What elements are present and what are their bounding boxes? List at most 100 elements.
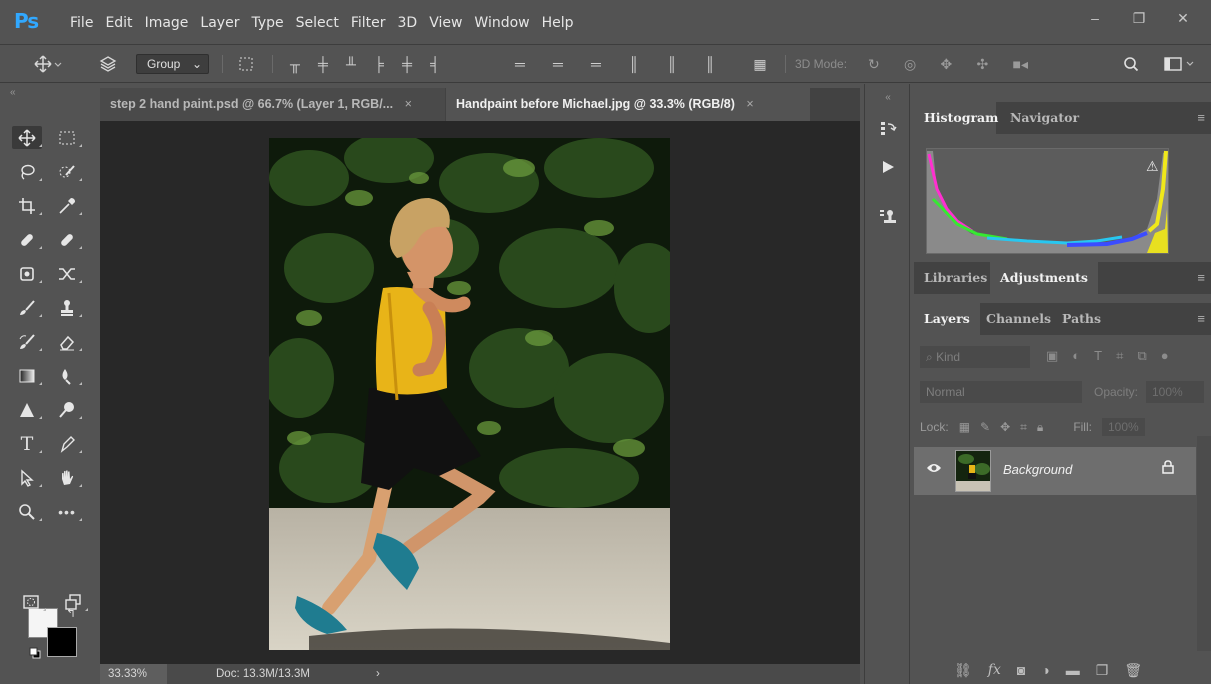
opacity-field[interactable]: 100% xyxy=(1146,381,1204,403)
path-selection-tool-icon[interactable] xyxy=(12,466,42,489)
distribute-right-icon[interactable]: ║ xyxy=(705,56,715,72)
screen-mode-icon[interactable] xyxy=(58,590,88,613)
tab-channels[interactable]: Channels xyxy=(976,303,1061,335)
show-transform-controls-icon[interactable] xyxy=(234,53,258,75)
burn-tool-icon[interactable] xyxy=(52,398,82,421)
menu-edit[interactable]: Edit xyxy=(99,15,138,31)
roll-3d-icon[interactable]: ◎ xyxy=(904,56,916,73)
new-adjustment-layer-icon[interactable]: ◑ xyxy=(1041,662,1049,679)
close-button[interactable]: ✕ xyxy=(1163,6,1203,30)
blur-tool-icon[interactable] xyxy=(52,364,82,387)
tab-handpaint-before-michael[interactable]: Handpaint before Michael.jpg @ 33.3% (RG… xyxy=(446,88,810,121)
lock-position-icon[interactable]: ✥ xyxy=(1000,420,1010,434)
scale-3d-icon[interactable]: ■◂ xyxy=(1012,56,1027,73)
align-right-icon[interactable]: ╡ xyxy=(430,56,440,72)
filter-type-icon[interactable]: T xyxy=(1094,348,1102,364)
quick-selection-tool-icon[interactable] xyxy=(52,160,82,183)
quick-mask-icon[interactable] xyxy=(16,590,46,613)
menu-file[interactable]: File xyxy=(64,15,99,31)
lock-image-icon[interactable]: ✎ xyxy=(980,420,990,434)
zoom-tool-icon[interactable] xyxy=(12,500,42,523)
menu-help[interactable]: Help xyxy=(536,15,580,31)
distribute-vcenter-icon[interactable]: ═ xyxy=(553,56,563,72)
minimize-button[interactable]: – xyxy=(1075,6,1115,30)
align-bottom-icon[interactable]: ╨ xyxy=(346,56,356,72)
tab-paths[interactable]: Paths xyxy=(1052,303,1111,335)
layer-style-fx-icon[interactable]: fx xyxy=(988,662,1001,679)
eyedropper-tool-icon[interactable] xyxy=(52,194,82,217)
distribute-hcenter-icon[interactable]: ║ xyxy=(667,56,677,72)
pen-tool-icon[interactable] xyxy=(52,432,82,455)
layer-name[interactable]: Background xyxy=(1003,462,1072,477)
eraser-tool-icon[interactable] xyxy=(52,330,82,353)
filter-toggle-icon[interactable]: ● xyxy=(1161,348,1169,364)
tab-histogram[interactable]: Histogram xyxy=(914,102,998,134)
restore-button[interactable]: ❐ xyxy=(1119,6,1159,30)
background-color-swatch[interactable] xyxy=(47,627,77,657)
lock-transparent-icon[interactable]: ▦ xyxy=(959,420,970,434)
filter-adjustment-icon[interactable]: ◐ xyxy=(1072,348,1080,364)
menu-layer[interactable]: Layer xyxy=(194,15,245,31)
panel-collapse-icon[interactable]: « xyxy=(10,87,90,98)
filter-shape-icon[interactable]: ⌗ xyxy=(1116,348,1123,364)
panel-menu-icon[interactable]: ≡ xyxy=(1197,110,1205,125)
filter-pixel-icon[interactable]: ▣ xyxy=(1046,348,1058,364)
dodge-tool-icon[interactable] xyxy=(12,398,42,421)
link-layers-icon[interactable]: ⛓︎ xyxy=(954,662,972,679)
lock-artboard-icon[interactable]: ⌗ xyxy=(1020,420,1027,435)
search-icon[interactable] xyxy=(1120,53,1142,75)
actions-play-icon[interactable] xyxy=(877,156,899,178)
gradient-tool-icon[interactable] xyxy=(12,364,42,387)
default-colors-icon[interactable] xyxy=(29,647,41,659)
clone-source-icon[interactable] xyxy=(877,206,899,228)
drag-3d-icon[interactable]: ✥ xyxy=(940,56,952,73)
status-menu-arrow-icon[interactable]: › xyxy=(376,664,380,684)
menu-select[interactable]: Select xyxy=(290,15,345,31)
align-left-icon[interactable]: ╞ xyxy=(374,56,384,72)
content-aware-move-tool-icon[interactable] xyxy=(12,262,42,285)
type-tool-icon[interactable]: T xyxy=(12,432,42,455)
auto-align-layers-icon[interactable]: ▦ xyxy=(748,53,772,75)
tab-libraries[interactable]: Libraries xyxy=(914,262,997,294)
filter-smart-object-icon[interactable]: ⧉ xyxy=(1137,348,1146,364)
move-tool-icon[interactable] xyxy=(12,126,42,149)
align-top-icon[interactable]: ╥ xyxy=(290,56,300,72)
menu-image[interactable]: Image xyxy=(139,15,195,31)
tab-navigator[interactable]: Navigator xyxy=(1000,102,1089,134)
close-tab-icon[interactable]: × xyxy=(405,97,412,111)
tab-layers[interactable]: Layers xyxy=(914,303,980,335)
new-layer-icon[interactable]: ❐ xyxy=(1096,662,1109,679)
history-brush-tool-icon[interactable] xyxy=(12,330,42,353)
hand-tool-icon[interactable] xyxy=(52,466,82,489)
menu-type[interactable]: Type xyxy=(245,15,289,31)
rotate-3d-icon[interactable]: ↻ xyxy=(868,56,880,73)
distribute-top-icon[interactable]: ═ xyxy=(515,56,525,72)
patch-tool-icon[interactable] xyxy=(52,228,82,251)
lasso-tool-icon[interactable] xyxy=(12,160,42,183)
brush-tool-icon[interactable] xyxy=(12,296,42,319)
menu-3d[interactable]: 3D xyxy=(392,15,424,31)
clone-stamp-tool-icon[interactable] xyxy=(52,296,82,319)
fill-field[interactable]: 100% xyxy=(1101,418,1145,436)
layer-row-background[interactable]: Background xyxy=(914,447,1196,495)
tab-step-2-hand-paint[interactable]: step 2 hand paint.psd @ 66.7% (Layer 1, … xyxy=(100,88,445,121)
visibility-eye-icon[interactable] xyxy=(926,461,942,479)
new-group-icon[interactable]: ▬ xyxy=(1066,662,1080,679)
more-tools-icon[interactable]: ••• xyxy=(52,500,82,523)
move-tool-preset-icon[interactable] xyxy=(30,53,66,75)
layers-scrollbar[interactable] xyxy=(1197,436,1211,651)
slide-3d-icon[interactable]: ✣ xyxy=(976,56,988,73)
align-horizontal-center-icon[interactable]: ╪ xyxy=(402,56,412,72)
close-tab-icon[interactable]: × xyxy=(746,97,753,111)
cache-warning-icon[interactable]: ⚠ xyxy=(1146,158,1159,175)
shuffle-tool-icon[interactable] xyxy=(52,262,82,285)
auto-select-target-dropdown[interactable]: Group ⌄ xyxy=(136,54,209,74)
healing-brush-tool-icon[interactable] xyxy=(12,228,42,251)
auto-select-layers-icon[interactable] xyxy=(96,53,120,75)
panel-menu-icon[interactable]: ≡ xyxy=(1197,270,1205,285)
add-mask-icon[interactable]: ◙ xyxy=(1017,662,1025,679)
panel-menu-icon[interactable]: ≡ xyxy=(1197,311,1205,326)
delete-layer-icon[interactable]: 🗑︎ xyxy=(1124,662,1142,679)
menu-filter[interactable]: Filter xyxy=(345,15,392,31)
distribute-left-icon[interactable]: ║ xyxy=(629,56,639,72)
